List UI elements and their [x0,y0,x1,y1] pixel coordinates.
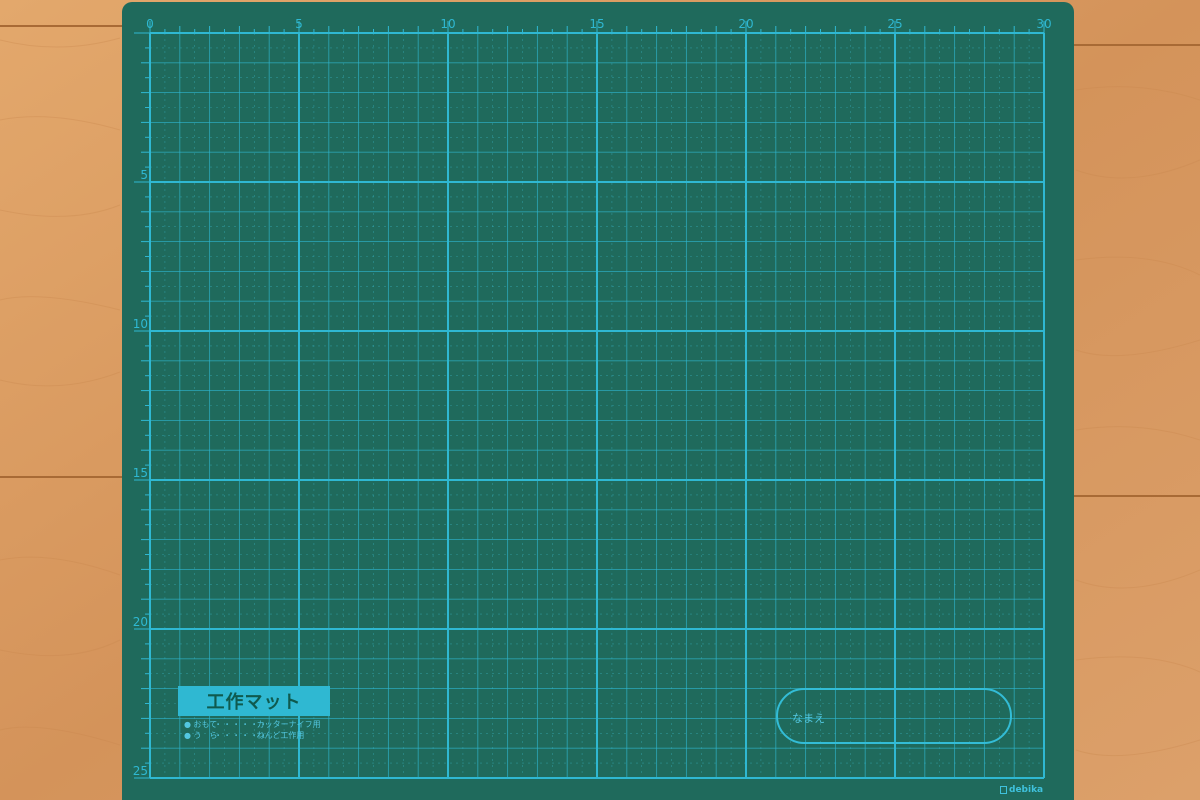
left-ruler-number: 10 [133,317,148,331]
top-ruler-number: 5 [295,17,303,31]
usage-side: う ら [193,731,218,740]
usage-purpose: カッターナイフ用 [256,720,321,729]
bullet-icon: ● [184,731,191,740]
mat-title: 工作マット [178,686,330,716]
usage-dots: ・・・・・・ [214,720,269,729]
cutting-mat: 0 5 10 15 20 25 30 5 10 15 20 25 工作マット ● おもて ・・・・・… [120,0,1076,800]
left-ruler-number: 20 [133,615,148,629]
usage-line-front: ● おもて ・・・・・・ カッターナイフ用 [184,720,321,730]
mat-surface: 0 5 10 15 20 25 30 5 10 15 20 25 [122,2,1074,800]
usage-side: おもて [193,720,218,729]
usage-line-back: ● う ら ・・・・・・ ねんど工作用 [184,731,304,741]
left-ruler-number: 25 [133,764,148,778]
top-ruler-number: 20 [738,17,753,31]
brand-name: debika [1009,785,1044,795]
top-ruler-number: 10 [440,17,455,31]
usage-purpose: ねんど工作用 [256,731,305,740]
left-ruler-number: 15 [133,466,148,480]
top-ruler-number: 15 [589,17,604,31]
name-box: なまえ [776,688,1012,744]
left-ruler-number: 5 [140,168,148,182]
top-ruler-number: 30 [1036,17,1051,31]
brand-logo: debika [1000,785,1043,795]
usage-dots: ・・・・・・ [214,731,269,740]
name-label: なまえ [792,712,825,725]
top-ruler-number: 25 [887,17,902,31]
photo: { "scene": { "subject": "cutting-mat" },… [0,0,1200,800]
top-ruler-number: 0 [146,17,154,31]
brand-mark-icon [1000,786,1007,794]
bullet-icon: ● [184,720,191,729]
